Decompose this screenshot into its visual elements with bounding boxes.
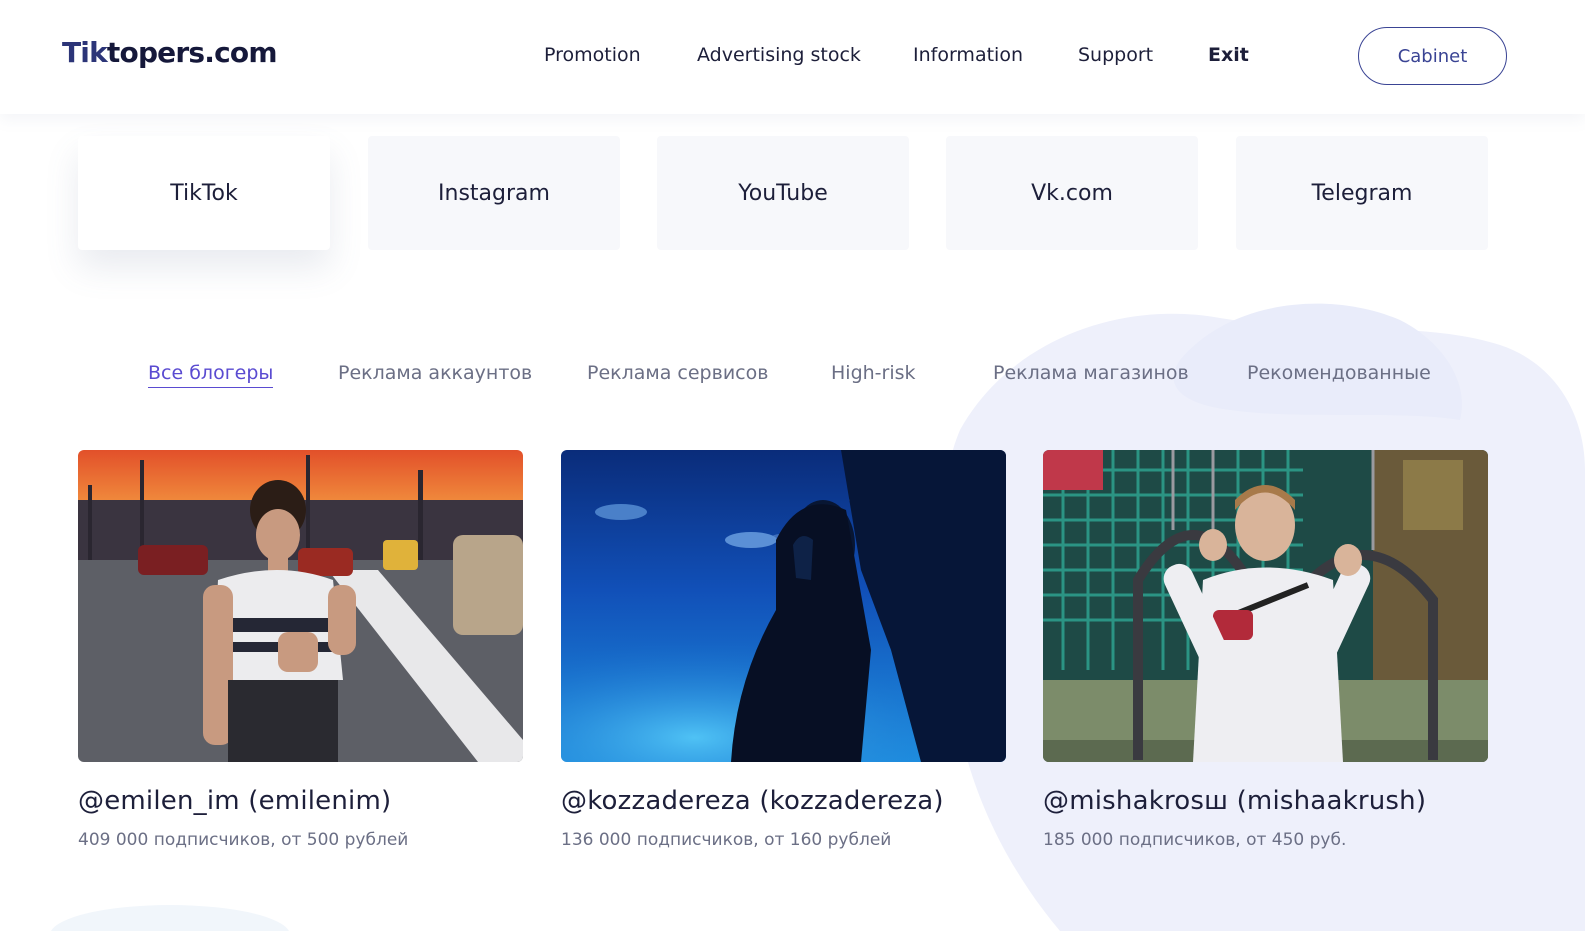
platform-tab-telegram[interactable]: Telegram — [1236, 136, 1488, 250]
main-nav: Promotion Advertising stock Information … — [0, 44, 1585, 68]
category-shop-ads[interactable]: Реклама магазинов — [993, 362, 1189, 387]
blogger-name[interactable]: @emilen_im (emilenim) — [78, 786, 523, 816]
platform-tab-instagram[interactable]: Instagram — [368, 136, 620, 250]
blogger-stats: 136 000 подписчиков, от 160 рублей — [561, 830, 892, 850]
nav-exit[interactable]: Exit — [1208, 44, 1249, 66]
page: Tiktopers.com Promotion Advertising stoc… — [0, 0, 1585, 931]
blogger-stats: 409 000 подписчиков, от 500 рублей — [78, 830, 409, 850]
blogger-photo[interactable] — [561, 450, 1006, 762]
nav-information[interactable]: Information — [913, 44, 1023, 66]
blogger-card[interactable]: @mishakrosш (mishaakrush) 185 000 подпис… — [1043, 450, 1488, 850]
category-service-ads[interactable]: Реклама сервисов — [587, 362, 768, 387]
site-header: Tiktopers.com Promotion Advertising stoc… — [0, 0, 1585, 114]
category-all-bloggers[interactable]: Все блогеры — [148, 362, 274, 388]
cabinet-button[interactable]: Cabinet — [1358, 27, 1507, 85]
blogger-stats: 185 000 подписчиков, от 450 руб. — [1043, 830, 1347, 850]
blogger-name[interactable]: @kozzadereza (kozzadereza) — [561, 786, 1006, 816]
blogger-card[interactable]: @kozzadereza (kozzadereza) 136 000 подпи… — [561, 450, 1006, 850]
blogger-photo[interactable] — [78, 450, 523, 762]
nav-support[interactable]: Support — [1078, 44, 1153, 66]
platform-tab-tiktok[interactable]: TikTok — [78, 136, 330, 250]
nav-promotion[interactable]: Promotion — [544, 44, 641, 66]
nav-advertising-stock[interactable]: Advertising stock — [697, 44, 861, 66]
platform-tab-vk[interactable]: Vk.com — [946, 136, 1198, 250]
blogger-card[interactable]: @emilen_im (emilenim) 409 000 подписчико… — [78, 450, 523, 850]
category-recommended[interactable]: Рекомендованные — [1247, 362, 1431, 387]
platform-tab-youtube[interactable]: YouTube — [657, 136, 909, 250]
blogger-photo[interactable] — [1043, 450, 1488, 762]
blogger-name[interactable]: @mishakrosш (mishaakrush) — [1043, 786, 1488, 816]
category-account-ads[interactable]: Реклама аккаунтов — [338, 362, 532, 387]
category-high-risk[interactable]: High-risk — [831, 362, 916, 387]
